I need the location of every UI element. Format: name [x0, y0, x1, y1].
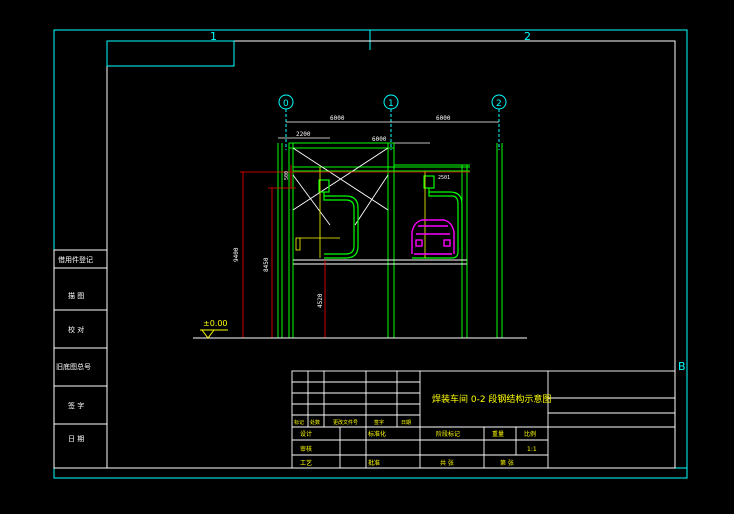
tb-label-sign: 签字 [374, 419, 384, 426]
yellow-annotations [295, 167, 426, 258]
tb-label-stage: 阶段标记 [436, 430, 460, 438]
top-dimension-lines [278, 121, 499, 144]
dim-height-9400: 9400 [233, 247, 240, 262]
tb-label-sheets: 共 张 [440, 459, 454, 467]
tb-label-scale: 比例 [524, 430, 536, 438]
dim-span-left: 6000 [330, 115, 345, 122]
roof-truss [289, 142, 470, 172]
dim-height-4520: 4520 [317, 293, 324, 308]
outer-frame [53, 29, 688, 479]
side-label-old-drawing: 旧底图总号 [56, 362, 91, 371]
cad-drawing: 1 2 B 0 1 2 6000 6000 2200 6000 2501 940… [53, 29, 688, 479]
side-label-trace: 描 图 [68, 291, 84, 300]
dim-500: 500 [284, 171, 290, 180]
dim-width-6000-mid: 6000 [372, 136, 387, 143]
tb-label-date: 日期 [401, 420, 411, 426]
dim-2501: 2501 [438, 175, 450, 181]
drawing-title: 焊装车间 0-2 段钢结构示意图 [432, 393, 551, 405]
tb-label-process: 工艺 [300, 459, 312, 467]
conveyor-hanger-left [318, 179, 359, 259]
platform-deck [293, 259, 467, 265]
upper-left-label-box [106, 40, 235, 67]
dim-width-2200: 2200 [296, 131, 311, 138]
axis-label-0: 0 [283, 99, 289, 109]
car-body-icon [411, 219, 455, 255]
axis-label-2: 2 [496, 99, 502, 109]
tb-label-check: 审核 [300, 445, 312, 453]
tb-label-approve: 批准 [368, 459, 380, 467]
cross-bracing [292, 147, 389, 226]
dim-height-8450: 8450 [263, 257, 270, 272]
tb-scale-value: 1:1 [527, 446, 537, 453]
tb-label-design: 设计 [300, 430, 312, 438]
zone-marker-b: B [678, 360, 686, 373]
level-marker-icon [200, 329, 228, 339]
dim-span-right: 6000 [436, 115, 451, 122]
tb-label-sheet-no: 第 张 [500, 459, 514, 467]
side-label-sign: 签 字 [68, 401, 84, 410]
tb-label-count: 处数 [310, 419, 320, 426]
side-label-check: 校 对 [68, 325, 84, 334]
side-label-date: 日 期 [68, 435, 84, 443]
axis-label-1: 1 [388, 99, 394, 109]
side-label-borrow: 借用件登记 [58, 255, 93, 264]
level-mark-label: ±0.00 [203, 319, 228, 328]
tb-label-std: 标准化 [368, 430, 386, 438]
tb-label-mark: 标记 [294, 419, 304, 426]
tb-label-change-doc: 更改文件号 [333, 419, 358, 426]
height-dimensions [240, 165, 470, 338]
tb-label-weight: 重量 [492, 430, 504, 438]
